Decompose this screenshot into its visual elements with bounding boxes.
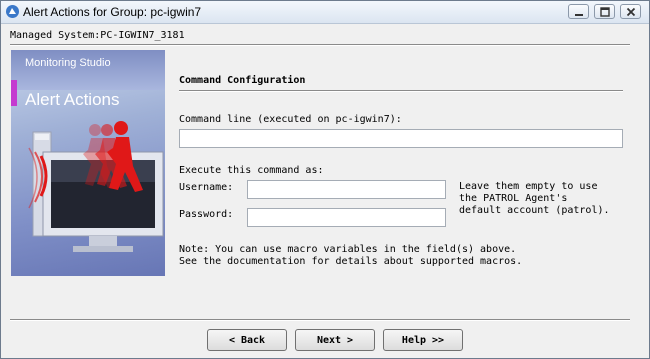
alert-action-figure-icon — [28, 121, 164, 252]
help-button[interactable]: Help >> — [383, 329, 463, 351]
password-input[interactable] — [247, 208, 446, 227]
minimize-button[interactable] — [568, 4, 589, 19]
command-line-input[interactable] — [179, 129, 623, 148]
managed-system-label: Managed System:PC-IGWIN7_3181 — [10, 30, 185, 41]
section-title: Command Configuration — [179, 75, 306, 86]
username-input[interactable] — [247, 180, 446, 199]
execute-as-label: Execute this command as: — [179, 165, 324, 176]
banner-product-name: Monitoring Studio — [25, 57, 111, 69]
next-button[interactable]: Next > — [295, 329, 375, 351]
macro-note: Note: You can use macro variables in the… — [179, 244, 523, 267]
password-label: Password: — [179, 209, 234, 220]
close-icon — [626, 7, 636, 17]
banner-header — [11, 50, 165, 90]
banner-title: Alert Actions — [25, 90, 120, 109]
app-icon — [5, 4, 20, 19]
username-label: Username: — [179, 182, 234, 193]
maximize-icon — [600, 7, 610, 17]
title-bar[interactable]: Alert Actions for Group: pc-igwin7 — [1, 1, 649, 24]
account-hint: Leave them empty to use the PATROL Agent… — [459, 181, 610, 216]
alert-actions-window: Alert Actions for Group: pc-igwin7 Manag… — [0, 0, 650, 359]
window-title: Alert Actions for Group: pc-igwin7 — [23, 5, 202, 19]
footer-divider — [10, 319, 630, 321]
close-button[interactable] — [620, 4, 641, 19]
command-line-label: Command line (executed on pc-igwin7): — [179, 114, 402, 125]
minimize-icon — [575, 14, 583, 16]
back-button[interactable]: < Back — [207, 329, 287, 351]
banner-accent-bar — [11, 80, 17, 106]
header-divider — [10, 44, 630, 46]
wizard-banner: Monitoring Studio Alert Actions — [11, 50, 165, 276]
section-divider — [179, 90, 623, 92]
maximize-button[interactable] — [594, 4, 615, 19]
